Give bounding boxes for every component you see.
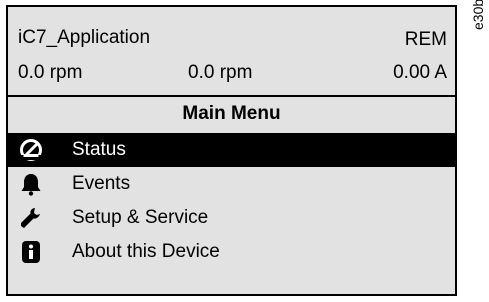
current-readout: 0.00 A (393, 62, 447, 83)
speed-readout-2: 0.0 rpm (188, 62, 253, 83)
menu-item-label: Events (72, 173, 131, 194)
wrench-icon (18, 205, 44, 231)
menu-item-setup-service[interactable]: Setup & Service (8, 201, 455, 235)
gauge-icon (18, 137, 44, 163)
bell-icon (18, 171, 44, 197)
menu-item-about-device[interactable]: About this Device (8, 235, 455, 269)
menu-item-label: About this Device (72, 241, 220, 262)
menu-item-status[interactable]: Status (8, 133, 455, 167)
document-id: e30bl736.11 (470, 0, 486, 30)
device-display: iC7_Application REM 0.0 rpm 0.0 rpm 0.00… (6, 5, 457, 296)
info-icon (18, 239, 44, 265)
application-name: iC7_Application (18, 27, 151, 48)
menu-title: Main Menu (182, 103, 281, 124)
header-divider (8, 95, 455, 97)
status-header: iC7_Application REM 0.0 rpm 0.0 rpm 0.00… (8, 7, 455, 95)
menu-item-label: Setup & Service (72, 207, 209, 228)
menu-item-events[interactable]: Events (8, 167, 455, 201)
menu-item-label: Status (72, 139, 126, 160)
control-mode-indicator: REM (404, 29, 447, 50)
speed-readout-1: 0.0 rpm (18, 62, 83, 83)
